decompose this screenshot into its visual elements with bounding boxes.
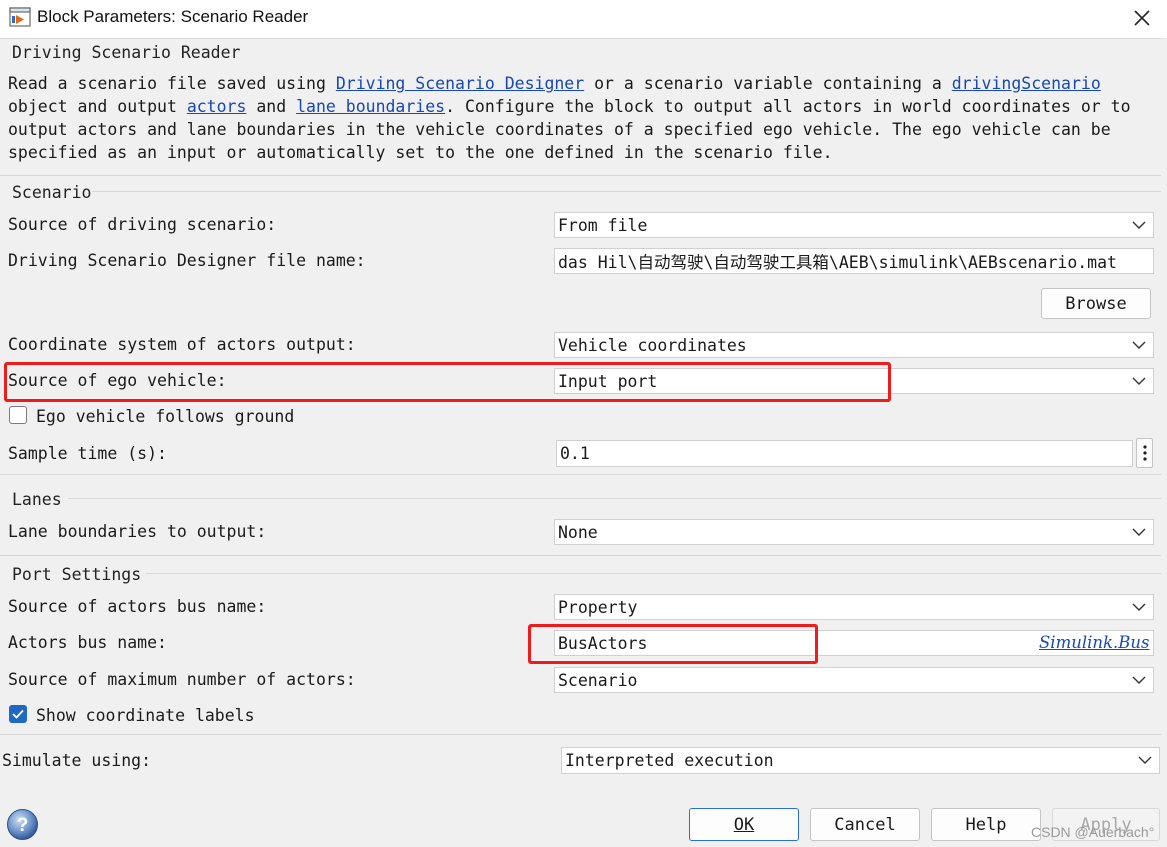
close-icon — [1134, 10, 1150, 26]
scenario-title-rule — [92, 191, 1161, 192]
browse-button[interactable]: Browse — [1041, 288, 1151, 319]
simulate-divider — [0, 734, 1161, 735]
lanes-title-rule — [68, 498, 1161, 499]
ego-follows-ground-label: Ego vehicle follows ground — [36, 407, 295, 426]
ok-button[interactable]: OK — [689, 808, 799, 841]
watermark-text: CSDN @Auerbach° — [1031, 824, 1155, 840]
max-actors-source-dropdown[interactable]: Scenario — [554, 667, 1154, 693]
source-of-driving-scenario-label: Source of driving scenario: — [8, 215, 277, 234]
scenario-divider — [0, 175, 1161, 176]
checkmark-icon — [12, 709, 24, 719]
simulink-block-icon — [9, 7, 31, 27]
bus-name-source-dropdown[interactable]: Property — [554, 594, 1154, 620]
bus-name-source-label: Source of actors bus name: — [8, 597, 267, 616]
file-name-label: Driving Scenario Designer file name: — [8, 251, 366, 270]
close-button[interactable] — [1122, 2, 1162, 34]
ok-button-label: OK — [733, 814, 755, 835]
help-button-label: Help — [965, 814, 1007, 835]
help-button[interactable]: Help — [931, 808, 1041, 841]
simulate-using-label: Simulate using: — [2, 751, 152, 770]
dropdown-value: Input port — [558, 371, 658, 391]
chevron-down-icon — [1132, 676, 1146, 684]
help-question-icon[interactable]: ? — [6, 808, 39, 841]
dropdown-value: Vehicle coordinates — [558, 335, 747, 355]
driving-scenario-link[interactable]: drivingScenario — [952, 74, 1101, 93]
port-title-rule — [146, 573, 1161, 574]
desc-text: Read a scenario file saved using — [8, 74, 336, 93]
scenario-section-title: Scenario — [12, 183, 92, 202]
actors-bus-name-label: Actors bus name: — [8, 633, 167, 652]
coordinate-system-dropdown[interactable]: Vehicle coordinates — [554, 332, 1154, 358]
coordinate-system-label: Coordinate system of actors output: — [8, 335, 356, 354]
chevron-down-icon — [1138, 756, 1152, 764]
lanes-divider — [0, 474, 1161, 475]
desc-text: object and output — [8, 97, 187, 116]
actors-link[interactable]: actors — [187, 97, 247, 116]
lane-boundaries-dropdown[interactable]: None — [554, 519, 1154, 545]
header-divider — [0, 38, 1161, 40]
desc-text: or a scenario variable containing a — [584, 74, 952, 93]
ego-follows-ground-checkbox[interactable] — [9, 406, 27, 424]
svg-text:?: ? — [17, 815, 29, 836]
show-coordinate-labels-label: Show coordinate labels — [36, 706, 255, 725]
dropdown-value: None — [558, 522, 598, 542]
cancel-button-label: Cancel — [834, 814, 896, 835]
block-description: Read a scenario file saved using Driving… — [8, 72, 1148, 164]
block-title: Driving Scenario Reader — [12, 43, 241, 62]
cancel-button[interactable]: Cancel — [810, 808, 920, 841]
lane-boundaries-label: Lane boundaries to output: — [8, 522, 267, 541]
chevron-down-icon — [1132, 377, 1146, 385]
simulate-using-dropdown[interactable]: Interpreted execution — [561, 747, 1160, 774]
max-actors-source-label: Source of maximum number of actors: — [8, 670, 356, 689]
source-of-driving-scenario-dropdown[interactable]: From file — [554, 212, 1154, 238]
port-divider — [0, 555, 1161, 556]
window-title: Block Parameters: Scenario Reader — [37, 7, 309, 26]
more-options-button[interactable] — [1136, 438, 1153, 468]
chevron-down-icon — [1132, 221, 1146, 229]
driving-scenario-designer-link[interactable]: Driving Scenario Designer — [336, 74, 584, 93]
dropdown-value: Scenario — [558, 670, 638, 690]
chevron-down-icon — [1132, 341, 1146, 349]
show-coordinate-labels-checkbox[interactable] — [9, 705, 27, 723]
chevron-down-icon — [1132, 528, 1146, 536]
lanes-section-title: Lanes — [12, 490, 62, 509]
file-name-input[interactable]: das Hil\自动驾驶\自动驾驶工具箱\AEB\simulink\AEBsce… — [554, 248, 1154, 274]
dropdown-value: From file — [558, 215, 648, 235]
chevron-down-icon — [1132, 603, 1146, 611]
port-settings-section-title: Port Settings — [12, 565, 142, 584]
vertical-ellipsis-icon — [1142, 445, 1147, 461]
sample-time-input[interactable]: 0.1 — [556, 440, 1133, 467]
dropdown-value: Property — [558, 597, 638, 617]
sample-time-label: Sample time (s): — [8, 444, 167, 463]
source-of-ego-vehicle-label: Source of ego vehicle: — [8, 371, 227, 390]
source-of-ego-vehicle-dropdown[interactable]: Input port — [554, 368, 1154, 394]
dropdown-value: Interpreted execution — [565, 751, 774, 770]
lane-boundaries-link[interactable]: lane boundaries — [296, 97, 445, 116]
desc-text: and — [246, 97, 297, 116]
simulink-bus-link[interactable]: Simulink.Bus — [1039, 633, 1150, 652]
